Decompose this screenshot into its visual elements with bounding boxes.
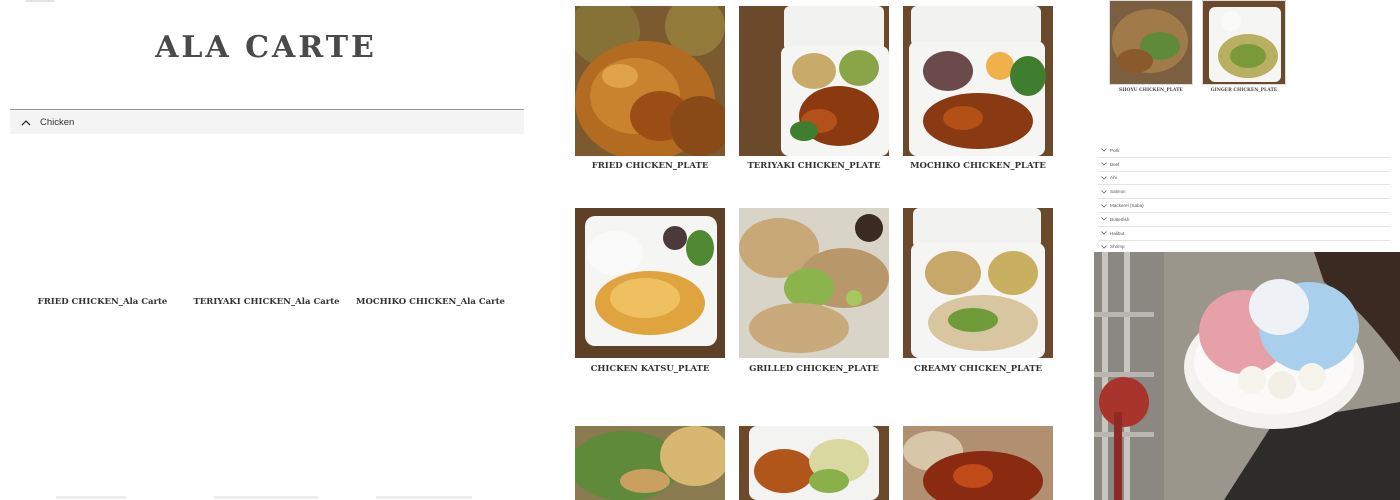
item-label-placeholder <box>214 496 318 499</box>
category-list: Pork Beef Ahi Salmon Mackerel (Saba) But… <box>1098 144 1390 255</box>
mochiko-chicken-photo[interactable] <box>903 6 1053 156</box>
grilled-chicken-photo[interactable] <box>739 208 889 358</box>
category-mackerel[interactable]: Mackerel (Saba) <box>1098 199 1390 213</box>
shoyu-chicken-photo[interactable] <box>1109 0 1193 85</box>
top-divider-stub <box>26 0 54 2</box>
chevron-down-icon <box>1100 215 1108 223</box>
item-label-placeholder <box>56 496 126 499</box>
page-title: ALA CARTE <box>155 30 377 65</box>
glazed-chicken-photo[interactable] <box>903 426 1053 500</box>
category-butterfish[interactable]: Butterfish <box>1098 213 1390 227</box>
category-label: Shrimp <box>1110 244 1125 250</box>
chevron-down-icon <box>1100 188 1108 196</box>
category-label: Salmon <box>1110 189 1126 195</box>
plate-item-label[interactable]: CREAMY CHICKEN_PLATE <box>903 364 1053 374</box>
ala-carte-panel: ALA CARTE Chicken FRIED CHICKEN_Ala Cart… <box>0 0 540 500</box>
chicken-katsu-photo[interactable] <box>575 208 725 358</box>
category-label: Beef <box>1110 161 1120 167</box>
salad-photo[interactable] <box>575 426 725 500</box>
category-label: Pork <box>1110 147 1120 153</box>
chevron-down-icon <box>1100 146 1108 154</box>
category-salmon[interactable]: Salmon <box>1098 185 1390 200</box>
chevron-down-icon <box>1100 174 1108 182</box>
karaage-photo[interactable] <box>739 426 889 500</box>
chevron-down-icon <box>1100 160 1108 168</box>
category-ahi[interactable]: Ahi <box>1098 172 1390 186</box>
chevron-up-icon <box>16 112 36 132</box>
plate-item-label[interactable]: TERIYAKI CHICKEN_PLATE <box>739 161 889 171</box>
category-label: Ahi <box>1110 175 1117 181</box>
category-halibut[interactable]: Halibut <box>1098 227 1390 241</box>
teriyaki-chicken-photo[interactable] <box>739 6 889 156</box>
ala-carte-item-label[interactable]: MOCHIKO CHICKEN_Ala Carte <box>348 297 513 307</box>
chevron-down-icon <box>1100 243 1108 251</box>
plate-item-label[interactable]: FRIED CHICKEN_PLATE <box>575 161 725 171</box>
ginger-chicken-photo[interactable] <box>1202 0 1286 85</box>
chevron-down-icon <box>1100 229 1108 237</box>
ala-carte-item-label[interactable]: TERIYAKI CHICKEN_Ala Carte <box>184 297 349 307</box>
shave-ice-photo <box>1094 252 1400 500</box>
category-label: Halibut <box>1110 230 1125 236</box>
plate-item-label[interactable]: GRILLED CHICKEN_PLATE <box>739 364 889 374</box>
category-label: Mackerel (Saba) <box>1110 203 1144 209</box>
fried-chicken-photo[interactable] <box>575 6 725 156</box>
category-label: Butterfish <box>1110 216 1130 222</box>
accordion-label: Chicken <box>40 116 75 128</box>
thumb-item-label[interactable]: GINGER CHICKEN_PLATE <box>1202 88 1286 93</box>
thumb-item-label[interactable]: SHOYU CHICKEN_PLATE <box>1109 88 1193 93</box>
category-pork[interactable]: Pork <box>1098 144 1390 158</box>
creamy-chicken-photo[interactable] <box>903 208 1053 358</box>
plate-item-label[interactable]: MOCHIKO CHICKEN_PLATE <box>903 161 1053 171</box>
item-label-placeholder <box>376 496 472 499</box>
accordion-chicken[interactable]: Chicken <box>10 109 524 134</box>
chevron-down-icon <box>1100 202 1108 210</box>
ala-carte-item-label[interactable]: FRIED CHICKEN_Ala Carte <box>20 297 185 307</box>
category-beef[interactable]: Beef <box>1098 158 1390 172</box>
plate-item-label[interactable]: CHICKEN KATSU_PLATE <box>575 364 725 374</box>
